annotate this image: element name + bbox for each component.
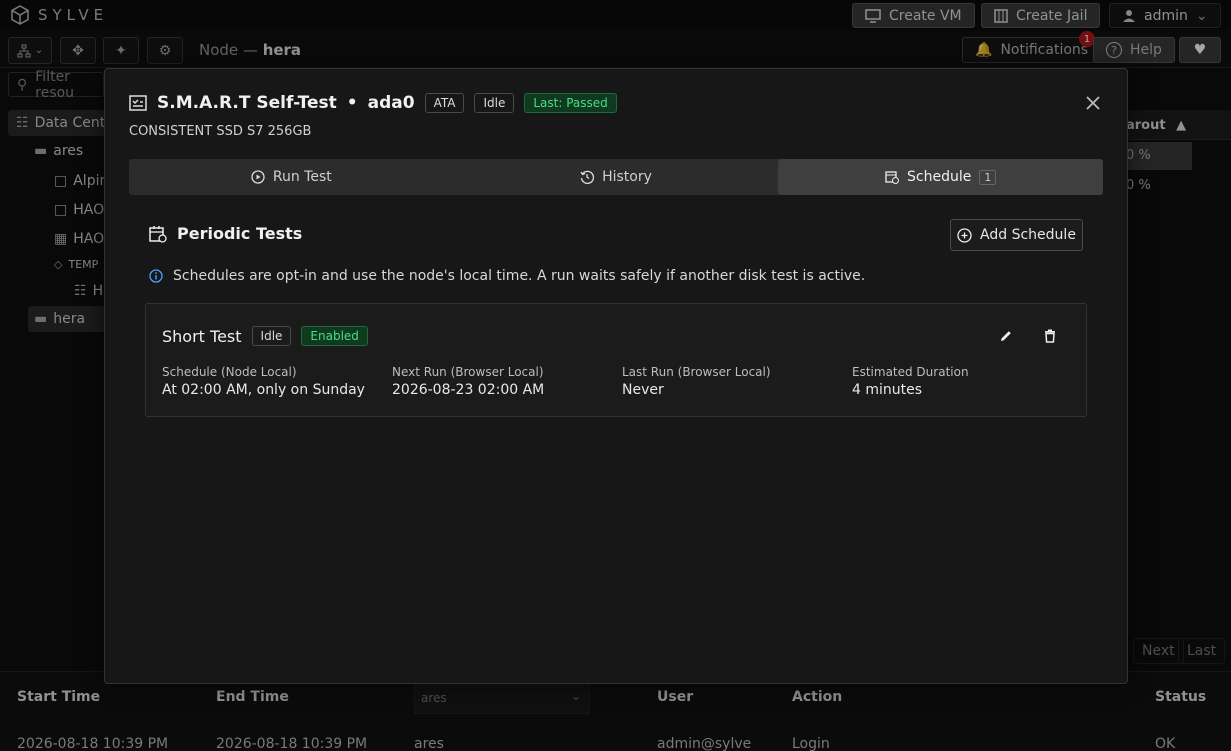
type-chip: ATA — [424, 93, 465, 113]
field-next-run-label: Next Run (Browser Local) — [392, 365, 544, 379]
last-result-chip: Last: Passed — [524, 93, 617, 113]
info-text: Schedules are opt-in and use the node's … — [173, 268, 866, 284]
schedule-name: Short Test — [162, 326, 242, 346]
field-duration-label: Estimated Duration — [852, 365, 969, 379]
title-separator: • — [346, 93, 358, 113]
section-title-text: Periodic Tests — [177, 224, 303, 243]
play-circle-icon — [251, 170, 265, 184]
dialog-device: ada0 — [367, 93, 415, 113]
plus-circle-icon — [957, 227, 972, 243]
field-next-run-value: 2026-08-23 02:00 AM — [392, 382, 545, 398]
list-check-icon — [129, 95, 147, 111]
add-schedule-button[interactable]: Add Schedule — [950, 219, 1083, 251]
state-chip: Idle — [474, 93, 515, 113]
field-last-run-value: Never — [622, 382, 664, 398]
calendar-clock-icon — [149, 225, 167, 243]
tab-label: Run Test — [272, 169, 332, 185]
info-icon — [149, 269, 163, 283]
trash-icon — [1045, 329, 1055, 343]
field-duration-value: 4 minutes — [852, 382, 923, 398]
schedule-state-chip: Idle — [251, 326, 292, 346]
calendar-clock-icon — [885, 171, 899, 184]
tab-history[interactable]: History — [454, 159, 779, 195]
field-last-run-label: Last Run (Browser Local) — [622, 365, 771, 379]
edit-schedule-button[interactable] — [995, 325, 1017, 347]
tab-run-test[interactable]: Run Test — [129, 159, 454, 195]
tab-label: Schedule — [907, 169, 972, 185]
info-note: Schedules are opt-in and use the node's … — [149, 268, 865, 284]
field-schedule-label: Schedule (Node Local) — [162, 365, 297, 379]
section-title: Periodic Tests — [149, 224, 302, 243]
schedule-card-header: Short Test Idle Enabled — [162, 326, 368, 346]
pencil-icon — [1001, 331, 1011, 341]
schedule-card — [145, 303, 1087, 417]
dialog-tabs: Run Test History Schedule 1 — [129, 159, 1104, 195]
tab-count-badge: 1 — [979, 169, 997, 185]
field-schedule-value: At 02:00 AM, only on Sunday — [162, 382, 365, 398]
tab-schedule[interactable]: Schedule 1 — [778, 159, 1104, 195]
dialog-title-text: S.M.A.R.T Self-Test — [157, 93, 337, 113]
tab-label: History — [602, 169, 652, 185]
history-icon — [580, 170, 595, 184]
dialog-title: S.M.A.R.T Self-Test • ada0 ATA Idle Last… — [129, 93, 617, 113]
schedule-enabled-chip: Enabled — [301, 326, 368, 346]
disk-model: CONSISTENT SSD S7 256GB — [129, 124, 312, 139]
close-icon[interactable] — [1083, 93, 1103, 113]
delete-schedule-button[interactable] — [1039, 325, 1061, 347]
add-schedule-label: Add Schedule — [980, 227, 1076, 243]
